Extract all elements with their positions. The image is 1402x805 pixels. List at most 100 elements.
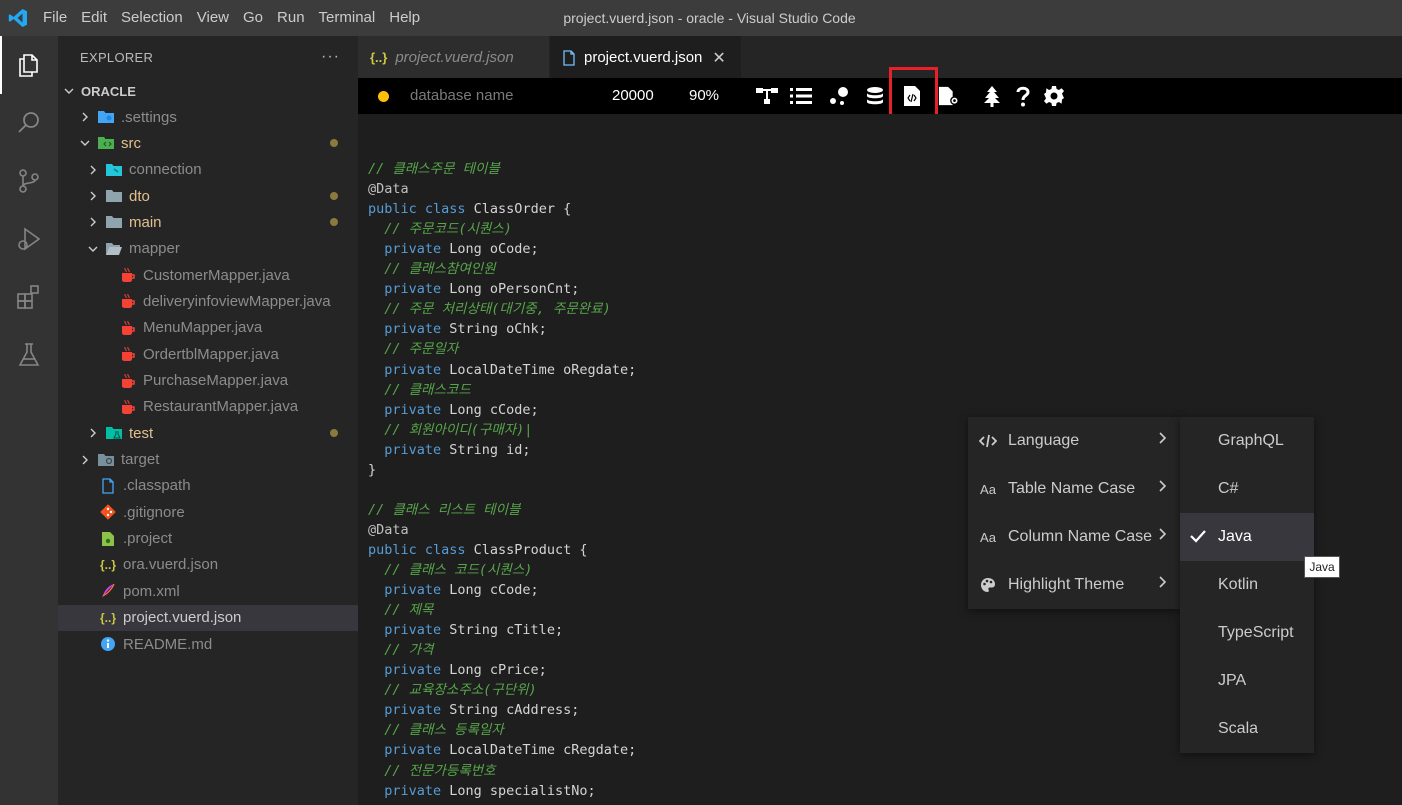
menu-item-label: Language [1008, 432, 1080, 449]
tree-item-label: mapper [129, 240, 180, 258]
help-icon[interactable] [1012, 85, 1034, 107]
tree-item[interactable]: main [58, 209, 358, 235]
testing-icon[interactable] [0, 326, 58, 384]
zoom-level[interactable]: 90% [689, 78, 719, 114]
tab-project-vuerd-json-2[interactable]: project.vuerd.json ✕ [550, 36, 742, 78]
tree-item[interactable]: .gitignore [58, 499, 358, 525]
xml-icon [100, 583, 116, 599]
tree-item[interactable]: test [58, 420, 358, 446]
code-token: // 가격 [368, 642, 434, 659]
menu-help[interactable]: Help [382, 0, 427, 36]
code-token: // 클래스 등록일자 [368, 722, 504, 739]
source-control-icon[interactable] [0, 152, 58, 210]
tree-item-label: connection [129, 161, 202, 179]
tab-project-vuerd-json-1[interactable]: {..} project.vuerd.json [358, 36, 550, 78]
explorer-sidebar: EXPLORER ··· ORACLE .settings src connecti… [58, 36, 358, 805]
menu-item-table-name-case[interactable]: Aa Table Name Case [968, 465, 1180, 513]
activity-bar [0, 36, 58, 805]
code-token: @Data [368, 181, 409, 198]
code-line: public class ClassProduct { [368, 540, 587, 560]
tree-item[interactable]: PurchaseMapper.java [58, 368, 358, 394]
close-tab-icon[interactable]: ✕ [712, 48, 725, 68]
language-option[interactable]: JPA [1180, 657, 1314, 705]
code-line: private String oChk; [368, 319, 547, 339]
language-option[interactable]: GraphQL [1180, 417, 1314, 465]
menu-run[interactable]: Run [270, 0, 312, 36]
more-actions-icon[interactable]: ··· [321, 48, 340, 66]
menu-go[interactable]: Go [236, 0, 270, 36]
tree-item[interactable]: .project [58, 526, 358, 552]
menu-edit[interactable]: Edit [74, 0, 114, 36]
menu-item-highlight-theme[interactable]: Highlight Theme [968, 561, 1180, 609]
tree-item[interactable]: .classpath [58, 473, 358, 499]
language-option[interactable]: TypeScript [1180, 609, 1314, 657]
canvas-size-input[interactable]: 20000 [612, 78, 654, 114]
tree-item[interactable]: CustomerMapper.java [58, 262, 358, 288]
menu-file[interactable]: File [36, 0, 74, 36]
code-token: // 클래스 리스트 테이블 [368, 501, 521, 518]
tree-item[interactable]: src [58, 130, 358, 156]
menu-view[interactable]: View [190, 0, 236, 36]
folder-src-icon [98, 135, 114, 151]
tree-item[interactable]: {..} project.vuerd.json [58, 604, 358, 631]
extensions-icon[interactable] [0, 268, 58, 326]
code-line: private Long oCode; [368, 239, 539, 259]
tree-item[interactable]: deliveryinfoviewMapper.java [58, 288, 358, 314]
tree-item[interactable]: {..} ora.vuerd.json [58, 552, 358, 578]
language-option-label: Java [1218, 528, 1252, 545]
language-option[interactable]: Java [1180, 513, 1314, 561]
file-settings-icon[interactable] [938, 85, 960, 107]
language-option[interactable]: C# [1180, 465, 1314, 513]
menu-terminal[interactable]: Terminal [312, 0, 383, 36]
code-line: // 교육장소주소(구단위) [368, 680, 536, 700]
code-token: // 주문 처리상태(대기중, 주문완료) [368, 301, 611, 318]
code-line: private String id; [368, 440, 530, 460]
tree-item[interactable]: RestaurantMapper.java [58, 394, 358, 420]
run-debug-icon[interactable] [0, 210, 58, 268]
tree-item[interactable]: README.md [58, 631, 358, 657]
tree-item[interactable]: OrdertblMapper.java [58, 341, 358, 367]
tree-item[interactable]: dto [58, 183, 358, 209]
tree-item-label: OrdertblMapper.java [143, 345, 279, 363]
language-option[interactable]: Scala [1180, 705, 1314, 753]
code-token: String oChk; [449, 321, 547, 338]
explorer-title: EXPLORER [80, 49, 154, 65]
vscode-logo-icon[interactable] [0, 0, 36, 36]
database-export-icon[interactable] [866, 85, 888, 107]
visualization-icon[interactable] [828, 85, 850, 107]
java-file-icon [120, 293, 136, 309]
database-name-input[interactable]: database name [410, 78, 513, 114]
code-token: public class [368, 201, 474, 218]
tree-item[interactable]: connection [58, 157, 358, 183]
java-file-icon [120, 320, 136, 336]
list-icon[interactable] [790, 85, 812, 107]
tree-icon[interactable] [981, 85, 1003, 107]
modified-indicator [330, 192, 338, 201]
tree-item[interactable]: pom.xml [58, 578, 358, 604]
menu-selection[interactable]: Selection [114, 0, 190, 36]
tree-root-oracle[interactable]: ORACLE [58, 78, 358, 104]
code-token: // 제목 [368, 602, 434, 619]
code-line: // 주문일자 [368, 339, 458, 359]
tree-item[interactable]: mapper [58, 236, 358, 262]
code-token: Long oPersonCnt; [449, 281, 580, 298]
code-token: Long oCode; [449, 241, 539, 258]
code-token: private [368, 441, 450, 458]
relationship-diagram-icon[interactable] [756, 85, 778, 107]
search-icon[interactable] [0, 94, 58, 152]
code-line: // 클래스코드 [368, 380, 471, 400]
menu-item-language[interactable]: Language [968, 417, 1180, 465]
tree-item[interactable]: MenuMapper.java [58, 315, 358, 341]
tree-item[interactable]: .settings [58, 104, 358, 130]
settings-gear-icon[interactable] [1043, 85, 1065, 107]
language-option-label: JPA [1218, 672, 1247, 689]
explorer-icon[interactable] [0, 36, 58, 94]
code-token: // 클래스코드 [368, 381, 471, 398]
language-option[interactable]: Kotlin [1180, 561, 1314, 609]
chevron-right-icon [86, 426, 100, 440]
tree-item-label: README.md [123, 635, 213, 653]
code-token: LocalDateTime cRegdate; [449, 742, 637, 759]
menu-item-label: Highlight Theme [1008, 576, 1125, 593]
menu-item-column-name-case[interactable]: Aa Column Name Case [968, 513, 1180, 561]
tree-item[interactable]: target [58, 447, 358, 473]
